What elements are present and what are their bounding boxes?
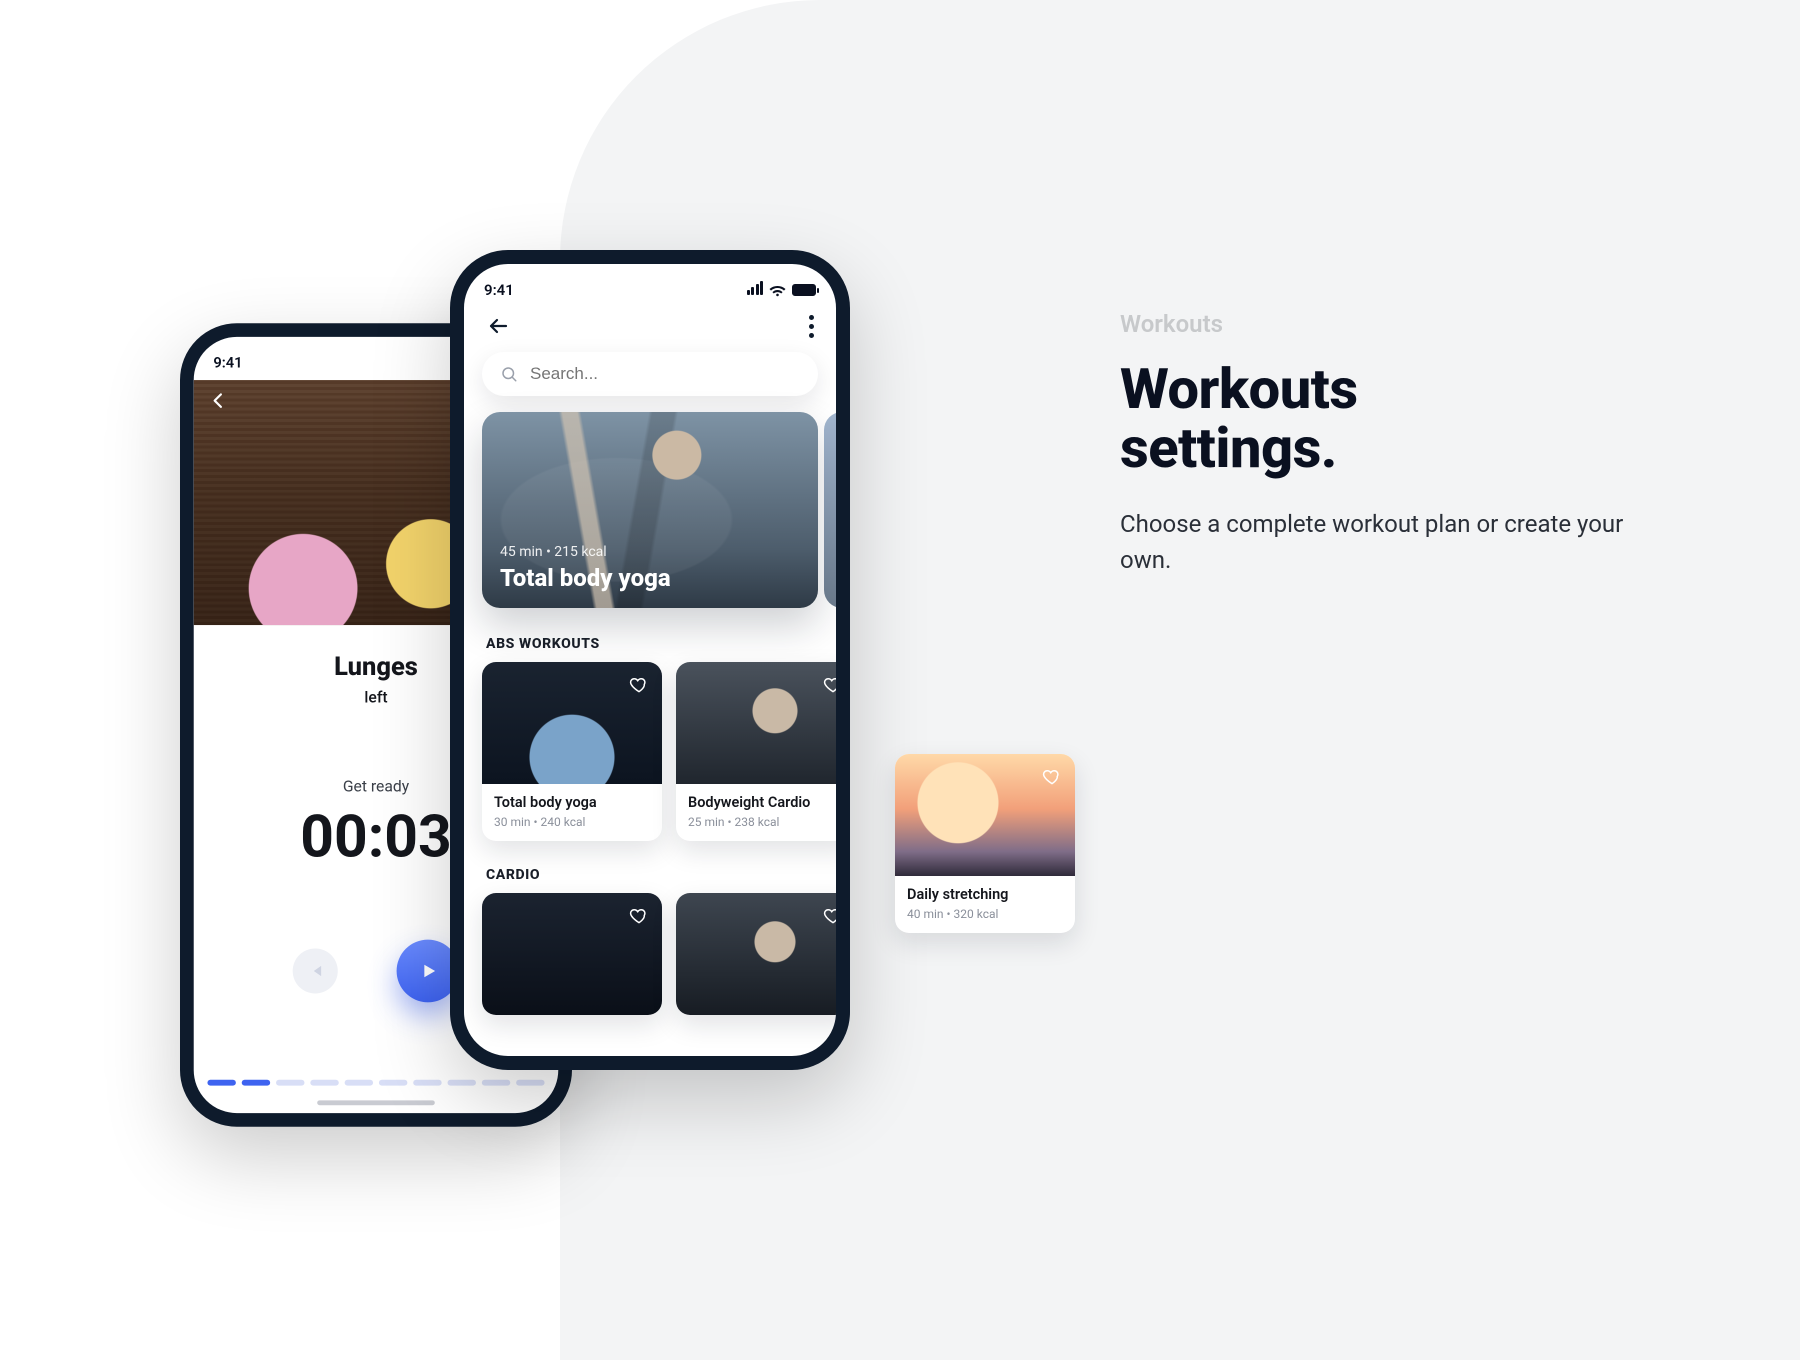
workout-card-title: Daily stretching [907, 886, 1063, 903]
eyebrow-text: Workouts [1120, 310, 1660, 338]
featured-workout-title: Total body yoga [500, 564, 671, 592]
abs-workouts-row[interactable]: Total body yoga 30 min • 240 kcal Bodywe… [464, 662, 836, 859]
battery-icon [792, 284, 816, 296]
workout-card-meta: 40 min • 320 kcal [907, 907, 1063, 921]
workout-card[interactable]: Total body yoga 30 min • 240 kcal [482, 662, 662, 841]
status-time: 9:41 [213, 354, 242, 372]
statusbar: 9:41 [464, 264, 836, 308]
heart-icon [629, 906, 649, 926]
previous-button[interactable] [293, 948, 338, 993]
home-indicator [317, 1100, 435, 1105]
workout-card-image [482, 893, 662, 1015]
workout-card-title: Bodyweight Cardio [688, 794, 844, 811]
cardio-workouts-row[interactable] [464, 893, 836, 1033]
marketing-copy: Workouts Workouts settings. Choose a com… [1120, 310, 1660, 578]
status-indicators [745, 281, 816, 299]
workout-card-image [676, 662, 850, 784]
dot-icon [809, 324, 814, 329]
heart-icon [629, 675, 649, 695]
search-icon [500, 364, 518, 384]
workout-card[interactable] [676, 893, 850, 1015]
dot-icon [809, 333, 814, 338]
phone-workouts: 9:41 45 min • 215 kcal Total body yoga A… [450, 250, 850, 1070]
back-button[interactable] [486, 314, 510, 338]
favorite-button[interactable] [1039, 764, 1065, 790]
play-icon [417, 960, 439, 982]
heart-icon [1042, 767, 1062, 787]
workout-card-meta: 30 min • 240 kcal [494, 815, 650, 829]
headline: Workouts settings. [1120, 360, 1660, 478]
headline-line-1: Workouts [1120, 356, 1358, 422]
workout-card-image [895, 754, 1075, 876]
featured-workout-card[interactable]: 45 min • 215 kcal Total body yoga [482, 412, 818, 608]
section-header-cardio: CARDIO [464, 859, 836, 893]
arrow-left-icon [486, 314, 510, 338]
heart-icon [823, 675, 843, 695]
nav-row [464, 308, 836, 348]
favorite-button[interactable] [820, 903, 846, 929]
favorite-button[interactable] [820, 672, 846, 698]
workout-card-image [676, 893, 850, 1015]
workout-card-image [482, 662, 662, 784]
search-bar[interactable] [482, 352, 818, 396]
favorite-button[interactable] [626, 903, 652, 929]
heart-icon [823, 906, 843, 926]
workout-card[interactable] [482, 893, 662, 1015]
headline-line-2: settings. [1120, 415, 1337, 481]
signal-icon [745, 281, 763, 299]
search-input[interactable] [530, 364, 800, 384]
status-time: 9:41 [484, 281, 514, 299]
back-arrow-icon[interactable] [207, 390, 229, 412]
description-text: Choose a complete workout plan or create… [1120, 506, 1660, 578]
skip-previous-icon [306, 962, 324, 980]
dot-icon [809, 315, 814, 320]
workout-card-title: Total body yoga [494, 794, 650, 811]
next-featured-peek[interactable] [824, 412, 850, 608]
section-header-abs: ABS WORKOUTS [464, 628, 836, 662]
wifi-icon [769, 284, 786, 297]
workout-card[interactable]: Daily stretching 40 min • 320 kcal [895, 754, 1075, 933]
favorite-button[interactable] [626, 672, 652, 698]
exercise-progress[interactable] [194, 1080, 559, 1086]
featured-workout-meta: 45 min • 215 kcal [500, 544, 671, 560]
more-button[interactable] [809, 315, 814, 338]
workout-card[interactable]: Bodyweight Cardio 25 min • 238 kcal [676, 662, 850, 841]
workout-card-meta: 25 min • 238 kcal [688, 815, 844, 829]
